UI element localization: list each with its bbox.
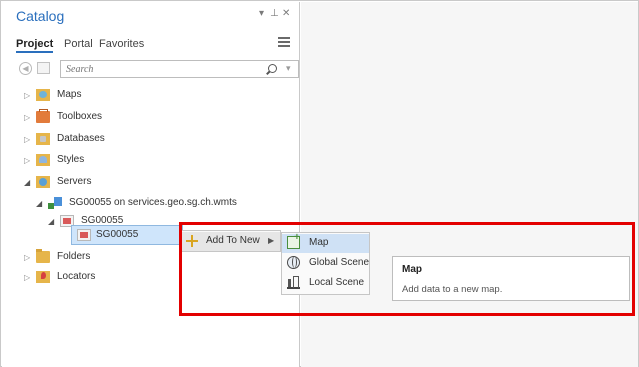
tab-portal[interactable]: Portal [64,38,93,50]
tab-project[interactable]: Project [16,38,54,53]
tree-item-locators[interactable]: ▷ Locators [24,270,174,288]
collapse-arrow-icon[interactable]: ◢ [24,178,30,187]
tree-item-label: Styles [57,154,85,165]
expand-arrow-icon[interactable]: ▷ [24,156,30,165]
search-input[interactable] [66,63,246,76]
hamburger-menu-icon[interactable] [278,37,290,47]
back-arrow-icon[interactable]: ◀ [19,62,32,75]
styles-folder-icon [36,154,50,166]
navigation-row: ◀ ▾ [16,60,299,78]
pane-titlebar: Catalog ▾ ⊥ ✕ [2,2,300,32]
tree-item-folders[interactable]: ▷ Folders [24,249,174,268]
tree-item-maps[interactable]: ▷ Maps [24,88,284,106]
tree-item-label: Locators [57,271,96,282]
catalog-pane: Catalog ▾ ⊥ ✕ Project Portal Favorites ◀… [2,2,300,367]
database-folder-icon [36,133,50,145]
tree-item-toolboxes[interactable]: ▷ Toolboxes [24,109,284,128]
submenu-item-label: Map [309,237,329,248]
expand-arrow-icon[interactable]: ▷ [24,135,30,144]
search-box: ▾ [60,60,299,78]
home-folder-icon[interactable] [37,62,50,74]
context-menu: Add To New ▶ [181,230,281,252]
maps-folder-icon [36,89,50,101]
search-icon[interactable] [268,64,277,73]
close-icon[interactable]: ✕ [282,9,290,19]
expand-arrow-icon[interactable]: ▷ [24,91,30,100]
submenu-item-label: Global Scene [309,257,370,268]
collapse-arrow-icon[interactable]: ◢ [36,199,42,208]
local-scene-icon [287,276,300,289]
folders-icon [36,249,50,263]
tree-item-label: Folders [57,251,91,262]
tree-item-servers[interactable]: ◢ Servers [24,175,284,193]
tree-item-label: SG00055 on services.geo.sg.ch.wmts [69,197,237,208]
locators-icon [36,271,50,283]
expand-arrow-icon[interactable]: ▷ [24,253,30,262]
wmts-server-icon [48,197,62,209]
tree-item-label: Databases [57,133,105,144]
new-map-icon [287,232,300,249]
submenu-arrow-icon: ▶ [268,236,275,245]
expand-arrow-icon[interactable]: ▷ [24,273,30,282]
tree-item-label: Servers [57,176,92,187]
tree-item-styles[interactable]: ▷ Styles [24,153,284,171]
tree-item-label: Toolboxes [57,111,103,122]
tree-item-label: Maps [57,89,82,100]
tab-favorites[interactable]: Favorites [99,38,144,50]
tree-item-label: SG00055 [96,229,139,240]
map-view-area [301,2,638,367]
pane-menu-icon[interactable]: ▾ [259,9,264,19]
submenu-item-map[interactable]: Map [282,232,369,253]
submenu: Map Global Scene Local Scene [281,232,370,295]
tree-item-databases[interactable]: ▷ Databases [24,132,284,150]
toolbox-icon [36,109,50,123]
search-dropdown-icon[interactable]: ▾ [286,63,291,74]
layer-icon [77,229,91,241]
globe-scene-icon [287,256,300,269]
menu-item-label: Add To New [206,235,260,246]
tree-item-layer-selected[interactable]: SG00055 [71,225,183,245]
add-icon [186,235,198,247]
expand-arrow-icon[interactable]: ▷ [24,113,30,122]
submenu-item-global-scene[interactable]: Global Scene [282,254,369,273]
tree-item-wmts-server[interactable]: ◢ SG00055 on services.geo.sg.ch.wmts [36,196,286,214]
collapse-arrow-icon[interactable]: ◢ [48,217,54,226]
tooltip-description: Add data to a new map. [402,284,503,295]
tooltip: Map Add data to a new map. [392,256,630,301]
menu-item-add-to-new[interactable]: Add To New ▶ [182,232,280,251]
submenu-item-label: Local Scene [309,277,365,288]
pane-title: Catalog [16,8,65,24]
catalog-tabs: Project Portal Favorites [16,38,298,56]
catalog-window: Catalog ▾ ⊥ ✕ Project Portal Favorites ◀… [0,0,639,367]
pin-icon[interactable]: ⊥ [270,9,279,19]
submenu-item-local-scene[interactable]: Local Scene [282,274,369,293]
servers-folder-icon [36,176,50,188]
tooltip-title: Map [402,264,422,275]
